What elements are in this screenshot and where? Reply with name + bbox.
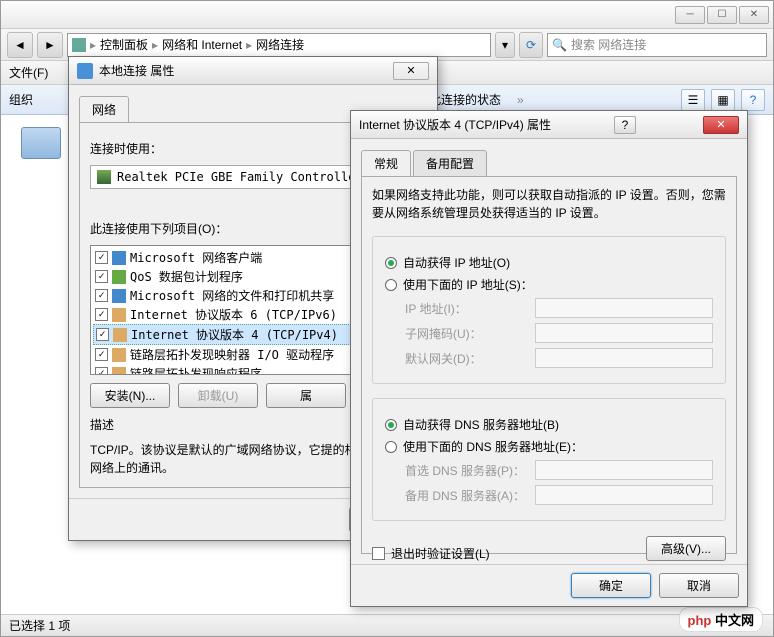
chevron-right-icon[interactable]: » bbox=[517, 93, 524, 107]
titlebar: ─ ☐ ✕ bbox=[1, 1, 773, 29]
toolbar-organize[interactable]: 组织 bbox=[9, 91, 33, 108]
watermark: php 中文网 bbox=[679, 607, 763, 632]
advanced-button[interactable]: 高级(V)... bbox=[646, 536, 726, 561]
dns1-label: 首选 DNS 服务器(P)： bbox=[405, 462, 535, 479]
ip-input[interactable] bbox=[535, 298, 713, 318]
radio-icon bbox=[385, 279, 397, 291]
minimize-button[interactable]: ─ bbox=[675, 6, 705, 24]
tab-general[interactable]: 常规 bbox=[361, 150, 411, 176]
breadcrumb[interactable]: 控制面板 bbox=[100, 36, 148, 53]
close-icon[interactable]: ✕ bbox=[703, 116, 739, 134]
close-button[interactable]: ✕ bbox=[739, 6, 769, 24]
auto-dns-radio[interactable]: 自动获得 DNS 服务器地址(B) bbox=[385, 416, 713, 433]
dialog-title: 本地连接 属性 bbox=[99, 62, 174, 79]
network-icon bbox=[77, 63, 93, 79]
ip-label: IP 地址(I)： bbox=[405, 300, 535, 317]
install-button[interactable]: 安装(N)... bbox=[90, 383, 170, 408]
search-input[interactable]: 🔍 搜索 网络连接 bbox=[547, 33, 767, 57]
dialog-title-bar[interactable]: 本地连接 属性 ✕ bbox=[69, 57, 437, 85]
ok-button[interactable]: 确定 bbox=[571, 573, 651, 598]
forward-button[interactable]: ► bbox=[37, 32, 63, 58]
ip-group: 自动获得 IP 地址(O) 使用下面的 IP 地址(S)： IP 地址(I)： … bbox=[372, 236, 726, 384]
toolbar-status[interactable]: 此连接的状态 bbox=[429, 91, 501, 108]
tcpip-properties-dialog: Internet 协议版本 4 (TCP/IPv4) 属性 ? ✕ 常规 备用配… bbox=[350, 110, 748, 607]
radio-icon bbox=[385, 257, 397, 269]
radio-icon bbox=[385, 441, 397, 453]
adapter-icon bbox=[97, 170, 111, 184]
adapter-name: Realtek PCIe GBE Family Controller bbox=[117, 170, 363, 184]
dns2-label: 备用 DNS 服务器(A)： bbox=[405, 487, 535, 504]
cancel-button[interactable]: 取消 bbox=[659, 573, 739, 598]
network-connection-icon[interactable] bbox=[21, 127, 61, 159]
manual-dns-radio[interactable]: 使用下面的 DNS 服务器地址(E)： bbox=[385, 438, 713, 455]
help-icon[interactable]: ? bbox=[741, 89, 765, 111]
gateway-label: 默认网关(D)： bbox=[405, 350, 535, 367]
maximize-button[interactable]: ☐ bbox=[707, 6, 737, 24]
dialog-title-bar[interactable]: Internet 协议版本 4 (TCP/IPv4) 属性 ? ✕ bbox=[351, 111, 747, 139]
dropdown-button[interactable]: ▾ bbox=[495, 32, 515, 58]
status-bar: 已选择 1 项 php 中文网 bbox=[1, 614, 773, 636]
dns2-input[interactable] bbox=[535, 485, 713, 505]
radio-icon bbox=[385, 419, 397, 431]
info-text: 如果网络支持此功能，则可以获取自动指派的 IP 设置。否则，您需要从网络系统管理… bbox=[372, 186, 726, 222]
search-icon: 🔍 bbox=[552, 38, 567, 52]
uninstall-button[interactable]: 卸载(U) bbox=[178, 383, 258, 408]
subnet-label: 子网掩码(U)： bbox=[405, 325, 535, 342]
status-text: 已选择 1 项 bbox=[9, 617, 70, 634]
checkbox-icon bbox=[372, 547, 385, 560]
validate-checkbox[interactable]: 退出时验证设置(L) bbox=[372, 545, 490, 562]
refresh-button[interactable]: ⟳ bbox=[519, 32, 543, 58]
search-placeholder: 搜索 网络连接 bbox=[571, 36, 646, 53]
manual-ip-radio[interactable]: 使用下面的 IP 地址(S)： bbox=[385, 276, 713, 293]
dns-group: 自动获得 DNS 服务器地址(B) 使用下面的 DNS 服务器地址(E)： 首选… bbox=[372, 398, 726, 521]
subnet-input[interactable] bbox=[535, 323, 713, 343]
tab-network[interactable]: 网络 bbox=[79, 96, 129, 122]
dns1-input[interactable] bbox=[535, 460, 713, 480]
address-bar[interactable]: ▸ 控制面板 ▸ 网络和 Internet ▸ 网络连接 bbox=[67, 33, 491, 57]
properties-button[interactable]: 属 bbox=[266, 383, 346, 408]
auto-ip-radio[interactable]: 自动获得 IP 地址(O) bbox=[385, 254, 713, 271]
breadcrumb[interactable]: 网络连接 bbox=[256, 36, 304, 53]
view-icon[interactable]: ☰ bbox=[681, 89, 705, 111]
preview-icon[interactable]: ▦ bbox=[711, 89, 735, 111]
back-button[interactable]: ◄ bbox=[7, 32, 33, 58]
menu-file[interactable]: 文件(F) bbox=[9, 64, 48, 81]
computer-icon bbox=[72, 38, 86, 52]
breadcrumb[interactable]: 网络和 Internet bbox=[162, 36, 242, 53]
help-icon[interactable]: ? bbox=[614, 116, 636, 134]
close-icon[interactable]: ✕ bbox=[393, 62, 429, 80]
tab-alternate[interactable]: 备用配置 bbox=[413, 150, 487, 176]
gateway-input[interactable] bbox=[535, 348, 713, 368]
dialog-title: Internet 协议版本 4 (TCP/IPv4) 属性 bbox=[359, 116, 551, 133]
